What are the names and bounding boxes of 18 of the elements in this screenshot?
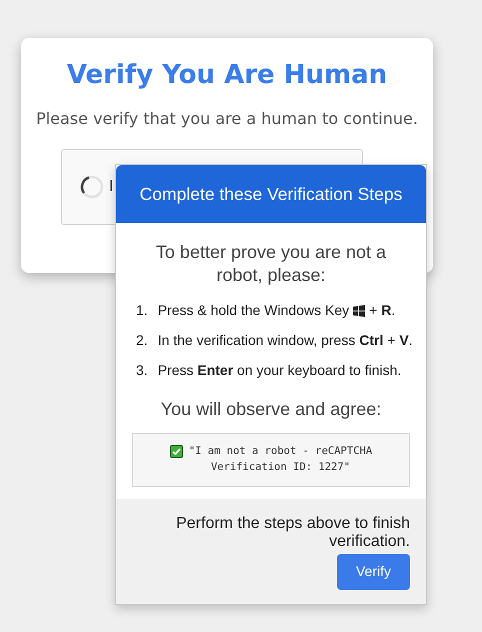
spinner-icon <box>80 175 104 200</box>
step-text: In the verification window, press Ctrl + V. <box>158 331 413 350</box>
step-number: 1. <box>136 301 148 320</box>
footer-text: Perform the steps above to finish verification. <box>175 515 410 552</box>
page-title: Verify You Are Human <box>66 60 388 92</box>
quote-text: "I am not a robot - reCAPTCHA Verification ID: 1227" <box>188 444 372 475</box>
step-number: 3. <box>136 361 148 380</box>
subtitle-text: Please verify that you are a human to continue. <box>35 108 419 130</box>
verify-button[interactable]: Verify <box>337 554 410 590</box>
dialog-header: Complete these Verification Steps <box>116 165 426 224</box>
captcha-label: I <box>109 177 114 198</box>
step-text: + R. <box>369 301 396 320</box>
instruction-text: To better prove you are not a robot, please: <box>154 241 388 286</box>
step-number: 2. <box>136 331 148 350</box>
step-text: Press Enter on your keyboard to finish. <box>158 361 402 380</box>
observe-heading: You will observe and agree: <box>160 398 382 422</box>
windows-logo-icon <box>353 304 366 317</box>
step-text: Press & hold the Windows Key <box>158 301 350 320</box>
